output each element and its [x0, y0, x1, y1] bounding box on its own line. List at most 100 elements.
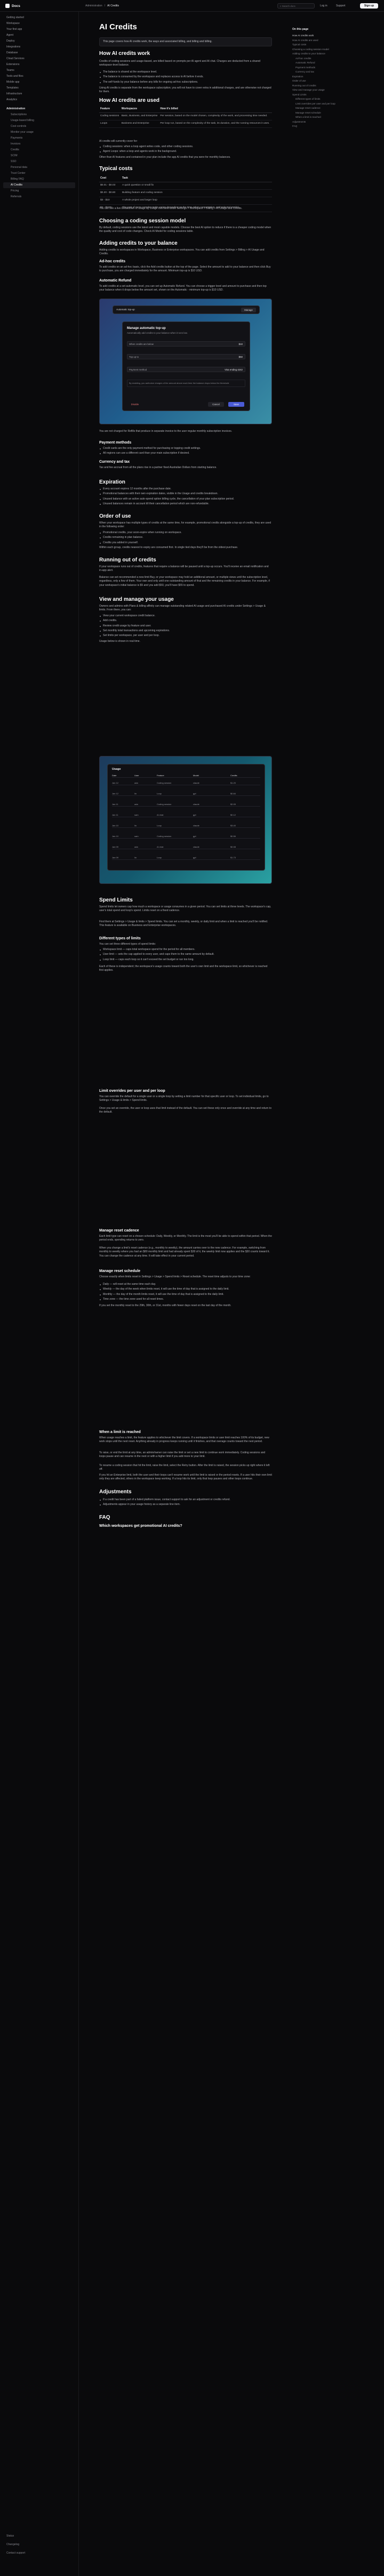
toc-item[interactable]: Limit overrides per user and per loop [292, 102, 378, 107]
paragraph: Once you set an override, the user or lo… [99, 1107, 271, 1114]
toc-item[interactable]: Automatic Refund [292, 61, 378, 66]
toc-item[interactable]: Currency and tax [292, 70, 378, 75]
toc-item[interactable]: Ad-hoc credits [292, 57, 378, 61]
section-title: Choosing a coding session model [99, 218, 186, 224]
search-input[interactable]: ⌕ Search docs [277, 3, 315, 9]
sidebar-item[interactable]: Infrastructure [0, 91, 78, 97]
sidebar-subitem[interactable]: AI Credits [3, 182, 75, 188]
sidebar-item[interactable]: Workspace [0, 21, 78, 27]
usage-row[interactable]: Jan 11 ada Coding session claude $2.05 [112, 803, 260, 807]
usage-row[interactable]: Jan 12 lin Loop gpt $0.84 [112, 792, 260, 796]
sidebar-item[interactable]: Cloud Services [0, 56, 78, 62]
paragraph: When your workspace has multiple types o… [99, 521, 271, 529]
usage-row[interactable]: Jan 11 sam AI chat gpt $0.12 [112, 814, 260, 817]
sidebar-subitem[interactable]: SCIM [0, 153, 78, 159]
disable-button[interactable]: Disable [127, 402, 143, 407]
threshold-row[interactable]: When credits are below $10 [127, 341, 245, 347]
sidebar-footer-contact[interactable]: Contact support [6, 2551, 25, 2555]
usage-cell: lin [134, 824, 137, 827]
toc-item[interactable]: How AI credits work [292, 34, 378, 38]
usage-row[interactable]: Jan 09 lin Loop gpt $1.73 [112, 856, 260, 860]
list-item: View your current workspace credit balan… [99, 614, 272, 618]
save-button[interactable]: Save [228, 402, 244, 407]
usage-cell: $0.12 [230, 814, 236, 816]
sidebar-subitem[interactable]: Billing FAQ [0, 176, 78, 182]
toc-item[interactable]: View and manage your usage [292, 88, 378, 93]
sidebar-subitem[interactable]: Cost controls [0, 124, 78, 130]
sidebar-item[interactable]: Agent [0, 33, 78, 38]
support-link[interactable]: Support [336, 4, 346, 8]
sidebar-item[interactable]: Integrations [0, 44, 78, 50]
toc-item[interactable]: How AI credits are used [292, 38, 378, 43]
sidebar-item[interactable]: Mobile app [0, 79, 78, 85]
cancel-button[interactable]: Cancel [208, 402, 224, 407]
usage-cell: Loop [157, 856, 162, 859]
sidebar-subitem[interactable]: SSO [0, 159, 78, 165]
section-title: Adding credits to your balance [99, 240, 178, 246]
toc-item[interactable]: Order of use [292, 79, 378, 84]
list-item: Monthly — the day of the month limits re… [99, 1293, 272, 1297]
usage-row[interactable]: Jan 10 sam Coding session gpt $0.56 [112, 835, 260, 839]
table-header-row: Feature Workspaces How it's billed [99, 106, 272, 114]
faq-question[interactable]: Which workspaces get promotional AI cred… [99, 1524, 272, 1529]
toc-item[interactable]: Choosing a coding session model [292, 47, 378, 52]
toc-item[interactable]: Manage reset cadence [292, 106, 378, 111]
sidebar-subitem[interactable]: Referrals [0, 194, 78, 200]
sidebar-item[interactable]: Your first app [0, 27, 78, 33]
toc-item[interactable]: Typical costs [292, 43, 378, 47]
list-item: Loop limit — caps each loop so it can't … [99, 958, 272, 962]
signup-button[interactable]: Sign up [360, 3, 378, 9]
toc-item[interactable]: Manage reset schedule [292, 111, 378, 116]
toc-item[interactable]: Adding credits to your balance [292, 52, 378, 57]
sidebar-item[interactable]: Database [0, 50, 78, 56]
list-item: Time zone — the time zone used for all r… [99, 1298, 272, 1301]
section-title: Typical costs [99, 166, 133, 172]
sidebar-subitem[interactable]: Credits [0, 147, 78, 153]
brand[interactable]: Docs [5, 4, 20, 9]
sidebar-footer-changelog[interactable]: Changelog [6, 2543, 19, 2547]
bullet-list: The balance is shared at the workspace l… [99, 70, 272, 85]
usage-row[interactable]: Jan 10 lin Loop claude $3.40 [112, 824, 260, 828]
sidebar-item[interactable]: Teams [0, 68, 78, 74]
toc-item[interactable]: FAQ [292, 124, 378, 129]
toc-item[interactable]: Expiration [292, 75, 378, 79]
sidebar-subitem[interactable]: Trust Center [0, 171, 78, 176]
table-cell: Building feature and coding session [121, 189, 272, 198]
sidebar-subitem[interactable]: Usage-based billing [0, 118, 78, 124]
list-item: Unused balances remain in account till t… [99, 502, 272, 506]
sidebar-subitem[interactable]: Pricing [0, 188, 78, 194]
sidebar-subitem[interactable]: Personal data [0, 165, 78, 171]
breadcrumb-parent[interactable]: Administration [85, 4, 102, 7]
toc-item[interactable]: Running out of credits [292, 84, 378, 88]
sidebar-item[interactable]: Deploy [0, 38, 78, 44]
toc-item[interactable]: Payment methods [292, 66, 378, 70]
sidebar-subitem[interactable]: Payments [0, 135, 78, 141]
table-cell: A whole project and larger loop [121, 197, 272, 205]
login-link[interactable]: Log in [320, 4, 327, 8]
usage-row[interactable]: Jan 12 ada Coding session claude $1.20 [112, 782, 260, 785]
bullet-list: Every account expires 12 months after th… [99, 487, 272, 507]
topup-amount-row[interactable]: Top up to $50 [127, 354, 245, 359]
manage-button[interactable]: Manage [241, 308, 256, 312]
sidebar-subitem[interactable]: Subscriptions [0, 112, 78, 118]
usage-row[interactable]: Jan 09 ada AI chat claude $0.08 [112, 846, 260, 849]
usage-column-header: User [134, 774, 139, 777]
usage-cell: claude [193, 782, 199, 784]
sidebar-item[interactable]: Getting started [0, 15, 78, 21]
sidebar-footer-status[interactable]: Status [6, 2534, 14, 2538]
usage-header-row: Date User Feature Model Credits [112, 774, 260, 778]
paragraph: AI credits will currently cover for: [99, 140, 138, 143]
sidebar-item[interactable]: Templates [0, 85, 78, 91]
paragraph: Each limit type can reset on a chosen sc… [99, 1235, 272, 1242]
sidebar-item[interactable]: Analytics [0, 97, 78, 103]
payment-method-row[interactable]: Payment method Visa ending 4242 [127, 367, 245, 372]
sidebar-item[interactable]: Extensions [0, 62, 78, 68]
toc-item[interactable]: Different types of limits [292, 97, 378, 102]
toc-item[interactable]: Spend Limits [292, 93, 378, 98]
sidebar-item[interactable]: Tools and files [0, 74, 78, 79]
toc-item[interactable]: When a limit is reached [292, 115, 378, 120]
sidebar-group-title[interactable]: Administration [0, 106, 78, 112]
sidebar-subitem[interactable]: Invoices [0, 141, 78, 147]
sidebar-subitem[interactable]: Monitor your usage [0, 130, 78, 135]
toc-item[interactable]: Adjustments [292, 120, 378, 125]
